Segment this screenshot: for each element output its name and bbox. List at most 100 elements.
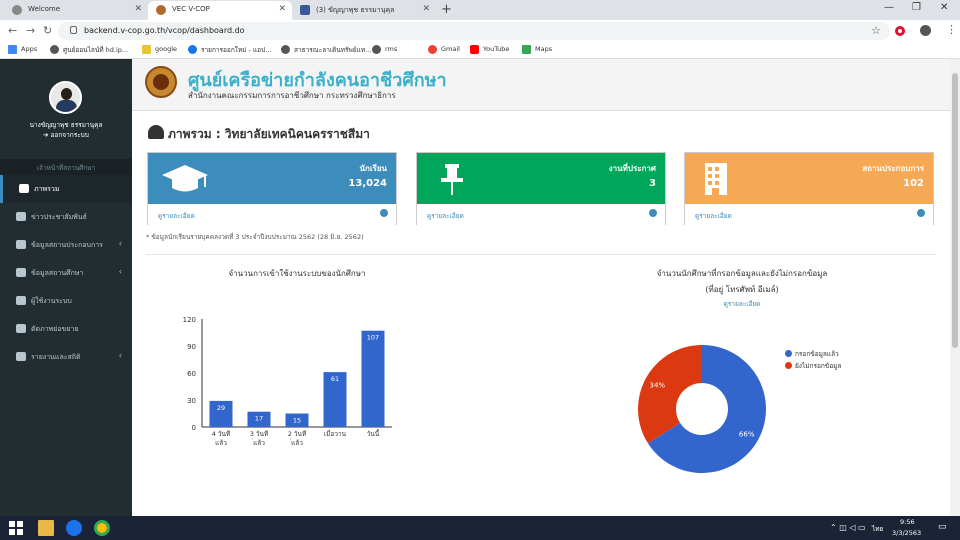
bookmark-youtube[interactable]: YouTube	[470, 45, 509, 54]
crop-icon	[16, 324, 26, 333]
x-tick-label: 4 วันที่แล้ว	[212, 430, 231, 447]
x-tick-label: 3 วันที่แล้ว	[250, 430, 269, 447]
windows-start-icon[interactable]	[8, 520, 24, 536]
stat-label: นักเรียน	[359, 164, 388, 173]
new-tab-button[interactable]: +	[441, 2, 452, 17]
stat-box-students: นักเรียน 13,024 ดูรายละเอียด	[147, 152, 397, 225]
dashboard-icon	[148, 125, 164, 139]
bookmark-gmail[interactable]: Gmail	[428, 45, 460, 54]
y-tick-label: 90	[187, 343, 196, 351]
restore-button[interactable]: ❐	[912, 2, 921, 13]
chrome-icon[interactable]	[94, 520, 110, 536]
tab-facebook[interactable]: (3) ขัญญาพุช ธรรมานุคุล ✕	[292, 1, 436, 20]
sidebar-item-news[interactable]: ข่าวประชาสัมพันธ์	[0, 203, 132, 231]
pie-chart-detail-link[interactable]: ดูรายละเอียด	[632, 299, 852, 309]
footnote: * ข้อมูลนักเรียนรายบุคคลงวดที่ 3 ประจำปี…	[146, 233, 364, 241]
bookmark-maps[interactable]: Maps	[522, 45, 552, 54]
bookmark-google[interactable]: google	[142, 45, 177, 54]
bookmark-star-icon[interactable]: ☆	[871, 24, 881, 37]
close-icon[interactable]: ✕	[134, 4, 142, 14]
arrow-circle-right-icon	[917, 209, 925, 217]
clock-time[interactable]: 9:56	[900, 518, 915, 526]
minimize-button[interactable]: —	[884, 2, 894, 13]
stat-more-link[interactable]: ดูรายละเอียด	[685, 204, 933, 225]
y-tick-label: 60	[187, 370, 196, 378]
sidebar-item-label: ข่าวประชาสัมพันธ์	[31, 213, 87, 221]
sidebar-item-label: ข้อมูลสถานประกอบการ	[31, 241, 103, 249]
stat-box-jobs: งานที่ประกาศ 3 ดูรายละเอียด	[416, 152, 666, 225]
user-name: นางขัญญาพุช ธรรมานุคุล	[29, 121, 103, 129]
logout-link[interactable]: ➔ ออกจากระบบ	[0, 130, 132, 140]
site-header: ศูนย์เครือข่ายกำลังคนอาชีวศึกษา สำนักงาน…	[132, 59, 950, 111]
sidebar-item-label: รายงานและสถิติ	[31, 353, 81, 361]
file-explorer-icon[interactable]	[38, 520, 54, 536]
bookmark-apps[interactable]: Apps	[8, 45, 37, 54]
y-tick-label: 120	[183, 316, 196, 324]
apps-grid-icon	[8, 45, 17, 54]
pie-chart-subtitle: (ที่อยู่ โทรศัพท์ อีเมล์)	[705, 285, 779, 294]
arrow-circle-right-icon	[380, 209, 388, 217]
globe-icon	[281, 45, 290, 54]
scrollbar-thumb[interactable]	[952, 73, 958, 348]
sidebar-item-users[interactable]: ผู้ใช้งานระบบ	[0, 287, 132, 315]
legend-item-not-filled: ยังไม่กรอกข้อมูล	[785, 361, 841, 371]
stat-more-link[interactable]: ดูรายละเอียด	[148, 204, 396, 225]
language-indicator[interactable]: ไทย	[872, 524, 883, 534]
windows-taskbar: ⌃ ◫ ◁ ▭ ไทย 9:56 3/3/2563 ▭	[0, 516, 960, 540]
sidebar-item-institution[interactable]: ข้อมูลสถานศึกษา ‹	[0, 259, 132, 287]
close-icon[interactable]: ✕	[278, 4, 286, 14]
bookmark-flag-icon	[142, 45, 151, 54]
sidebar-item-crop[interactable]: ตัดภาพย่อขยาย	[0, 315, 132, 343]
sidebar-item-label: ข้อมูลสถานศึกษา	[31, 269, 84, 277]
opera-extension-icon[interactable]	[895, 26, 905, 36]
clock-date[interactable]: 3/3/2563	[892, 529, 921, 537]
bookmark-item[interactable]: รายการออกใหม่ - แอป...	[188, 45, 271, 55]
stat-label: งานที่ประกาศ	[608, 164, 656, 173]
sidebar-item-label: ภาพรวม	[34, 185, 60, 193]
arrow-circle-right-icon	[649, 209, 657, 217]
internet-explorer-icon[interactable]	[66, 520, 82, 536]
back-button[interactable]: ←	[8, 24, 17, 37]
globe-icon	[372, 45, 381, 54]
sidebar-item-companies[interactable]: ข้อมูลสถานประกอบการ ‹	[0, 231, 132, 259]
tab-label: (3) ขัญญาพุช ธรรมานุคุล	[316, 6, 395, 14]
forward-button[interactable]: →	[26, 24, 35, 37]
reload-button[interactable]: ↻	[43, 24, 52, 37]
tray-icons[interactable]: ⌃ ◫ ◁ ▭	[830, 523, 866, 532]
youtube-icon	[470, 45, 479, 54]
stat-label: สถานประกอบการ	[862, 164, 924, 173]
chevron-left-icon: ‹	[118, 351, 122, 360]
window-close-button[interactable]: ✕	[940, 2, 948, 13]
x-tick-label: วันนี้	[367, 429, 380, 438]
notification-icon[interactable]: ▭	[938, 522, 947, 532]
bookmark-app-icon	[188, 45, 197, 54]
chevron-left-icon: ‹	[118, 267, 122, 276]
divider	[146, 254, 936, 255]
tab-welcome[interactable]: Welcome ✕	[4, 1, 148, 20]
graduation-cap-icon	[162, 165, 208, 192]
tab-vec-vcop[interactable]: VEC V-COP ✕	[148, 1, 292, 20]
avatar	[49, 81, 82, 114]
bar-chart: 0 30 60 90 120 29 4 วันที่แล้ว 17 3 วันที่แล้ว 15…	[183, 316, 392, 447]
bookmarks-bar: Apps ศูนย์ออนไลน์ที่ hd.ip... google ราย…	[0, 42, 960, 59]
users-icon	[16, 296, 26, 305]
briefcase-icon	[16, 240, 26, 249]
bookmark-item[interactable]: สาธารณะลาเดินทรัพย์แท...	[281, 45, 371, 55]
globe-icon	[50, 45, 59, 54]
bar-data-label: 17	[255, 415, 263, 423]
stat-more-link[interactable]: ดูรายละเอียด	[417, 204, 665, 225]
sidebar-item-reports[interactable]: รายงานและสถิติ ‹	[0, 343, 132, 371]
bookmark-rms[interactable]: rms	[372, 45, 397, 54]
account-icon[interactable]	[920, 25, 931, 36]
address-bar[interactable]: backend.v-cop.go.th/vcop/dashboard.do	[58, 22, 890, 40]
ovec-seal-logo	[145, 66, 177, 98]
bookmark-item[interactable]: ศูนย์ออนไลน์ที่ hd.ip...	[50, 45, 128, 55]
pushpin-icon	[441, 164, 463, 195]
institution-icon	[16, 268, 26, 277]
sidebar-item-overview[interactable]: ภาพรวม	[0, 175, 132, 203]
sidebar-section-header: เจ้าหน้าที่สถานศึกษา	[0, 159, 132, 175]
close-icon[interactable]: ✕	[422, 4, 430, 14]
menu-icon[interactable]: ⋮	[946, 23, 957, 36]
page-scrollbar[interactable]	[950, 59, 960, 516]
tab-bar: Welcome ✕ VEC V-COP ✕ (3) ขัญญาพุช ธรรมา…	[0, 0, 960, 20]
